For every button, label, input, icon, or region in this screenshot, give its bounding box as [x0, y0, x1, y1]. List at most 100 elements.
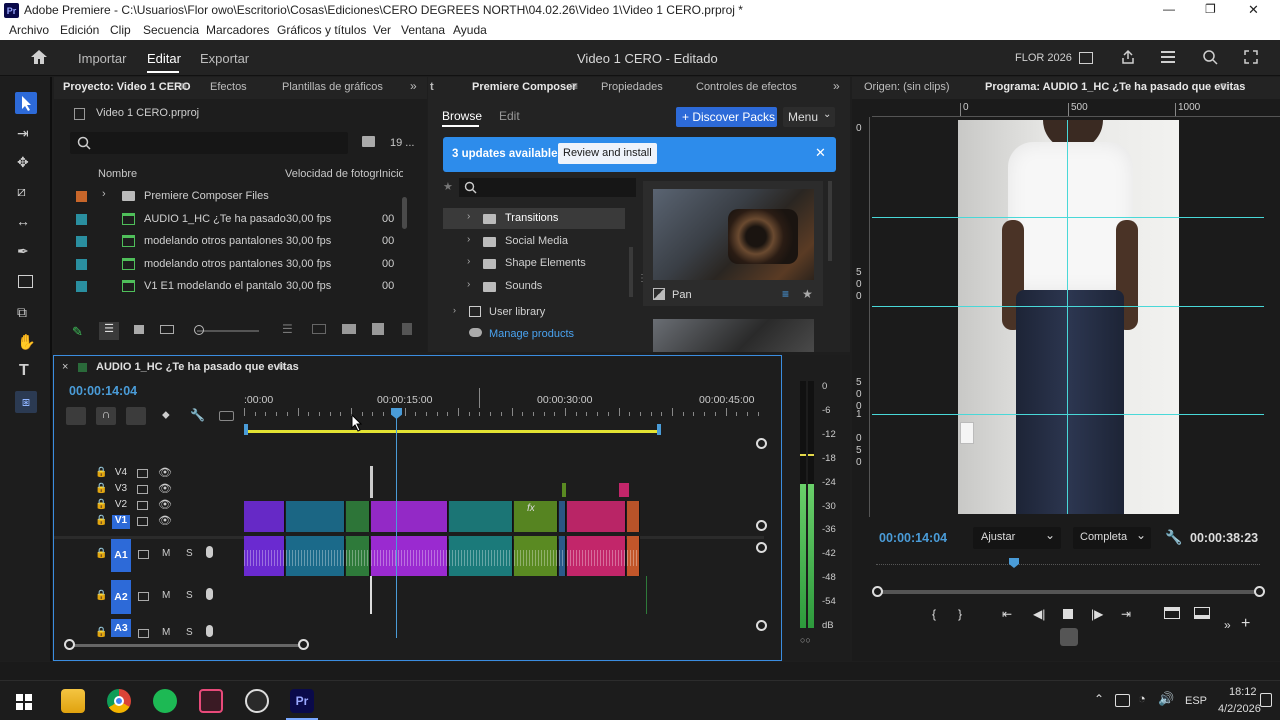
label-color-chip[interactable] [76, 258, 87, 270]
mute-button[interactable]: M [162, 627, 170, 638]
chevron-right-icon[interactable]: › [102, 188, 106, 200]
list-view-icon[interactable]: ☰ [99, 322, 119, 340]
zoom-slider-handle[interactable] [194, 325, 204, 335]
work-area-bar[interactable] [245, 430, 658, 433]
menu-ventana[interactable]: Ventana [401, 23, 445, 37]
eye-icon[interactable]: 👁 [158, 498, 172, 511]
tab-source[interactable]: Origen: (sin clips) [864, 81, 950, 93]
lock-icon[interactable]: 🔒 [95, 499, 107, 510]
menu-edicion[interactable]: Edición [60, 23, 99, 37]
quality-dropdown[interactable]: Completa ⌄ [1073, 527, 1151, 549]
review-install-button[interactable]: Review and install [558, 143, 657, 164]
spotify-icon[interactable] [153, 689, 177, 713]
vertical-scroll-top[interactable] [756, 438, 767, 449]
tab-graphic-templates[interactable]: Plantillas de gráficos [282, 81, 383, 93]
mute-button[interactable]: M [162, 548, 170, 559]
notification-icon[interactable] [1260, 693, 1272, 707]
menu-ayuda[interactable]: Ayuda [453, 23, 487, 37]
hamburger-menu-icon[interactable] [1160, 50, 1176, 67]
list-item[interactable]: modelando otros pantalones 30,00 fps 00 [54, 230, 404, 252]
slip-tool-icon[interactable]: ↔ [16, 213, 30, 229]
selection-tool-icon[interactable] [15, 92, 37, 114]
hand-tool-icon[interactable]: ✋ [17, 333, 36, 351]
list-item[interactable]: › Premiere Composer Files [54, 185, 404, 207]
program-timecode[interactable]: 00:00:14:04 [879, 531, 947, 545]
add-button-icon[interactable]: + [1241, 615, 1250, 633]
clock-date[interactable]: 4/2/2026 [1218, 703, 1261, 715]
work-area-start[interactable] [244, 424, 248, 435]
minimize-button[interactable]: — [1163, 2, 1175, 16]
lock-icon[interactable]: 🔒 [95, 483, 107, 494]
eye-icon[interactable]: 👁 [158, 466, 172, 479]
stop-icon[interactable] [1063, 609, 1073, 619]
expand-icon[interactable]: » [1224, 618, 1231, 632]
clock-time[interactable]: 18:12 [1229, 686, 1257, 698]
menu-graficos[interactable]: Gráficos y títulos [277, 23, 366, 37]
captions-icon[interactable] [219, 411, 234, 421]
label-color-chip[interactable] [76, 236, 87, 247]
toggle-sync-icon[interactable] [137, 517, 148, 526]
close-sequence-icon[interactable]: × [62, 361, 68, 373]
audio-track-header[interactable]: 🔒 A1 M S [54, 536, 244, 576]
sequence-name[interactable]: AUDIO 1_HC ¿Te ha pasado que evitas [96, 361, 299, 373]
horizontal-scrollbar[interactable] [69, 644, 304, 647]
microphone-icon[interactable] [206, 588, 213, 600]
audio-clip[interactable] [627, 536, 640, 576]
composer-search-input[interactable] [459, 178, 636, 197]
browse-tab[interactable]: Browse [442, 109, 482, 123]
discover-packs-button[interactable]: + Discover Packs [676, 107, 777, 127]
lock-icon[interactable]: 🔒 [95, 467, 107, 478]
wifi-icon[interactable]: ◔ [1138, 691, 1146, 706]
fit-dropdown[interactable]: Ajustar ⌄ [973, 527, 1061, 549]
track-label[interactable]: V2 [112, 499, 130, 513]
pencil-icon[interactable]: ✎ [72, 324, 83, 340]
video-track-header[interactable]: 🔒 V3 👁 [54, 482, 244, 498]
star-icon[interactable]: ★ [443, 180, 453, 193]
project-search-input[interactable] [70, 132, 348, 154]
lock-icon[interactable]: 🔒 [95, 515, 107, 526]
folder-icon[interactable] [342, 324, 356, 334]
restore-button[interactable]: ❐ [1205, 2, 1216, 16]
column-start[interactable]: Inicio [379, 168, 403, 180]
manage-products-link[interactable]: Manage products [489, 328, 574, 340]
mini-playhead[interactable] [1009, 558, 1019, 568]
video-clip[interactable] [627, 501, 640, 532]
insert-nest-icon[interactable] [66, 407, 86, 425]
lift-icon[interactable] [1164, 607, 1180, 619]
new-item-icon[interactable] [372, 323, 384, 335]
sequence-menu-icon[interactable]: ≡ [278, 359, 285, 373]
mark-in-icon[interactable]: { [932, 607, 936, 621]
track-label[interactable]: A3 [111, 619, 131, 637]
mute-button[interactable]: M [162, 590, 170, 601]
video-clip[interactable] [514, 501, 558, 532]
microphone-icon[interactable] [206, 625, 213, 637]
tab-properties[interactable]: Propiedades [601, 81, 663, 93]
timeline-timecode[interactable]: 00:00:14:04 [69, 384, 137, 398]
video-track-header[interactable]: 🔒 V4 👁 [54, 466, 244, 482]
premiere-taskbar-icon[interactable]: Pr [290, 689, 314, 713]
home-icon[interactable] [30, 49, 48, 65]
tray-chevron-icon[interactable]: ⌃ [1094, 692, 1104, 706]
tray-app-icon[interactable] [1115, 694, 1130, 707]
export-tab[interactable]: Exportar [200, 51, 249, 66]
lock-icon[interactable]: 🔒 [95, 627, 107, 638]
tab-project[interactable]: Proyecto: Video 1 CERO [63, 81, 191, 93]
label-color-chip[interactable] [76, 213, 87, 225]
tab-program[interactable]: Programa: AUDIO 1_HC ¿Te ha pasado que e… [985, 81, 1245, 93]
extract-icon[interactable] [1194, 607, 1210, 619]
rectangle-tool-icon[interactable] [18, 275, 33, 288]
import-tab[interactable]: Importar [78, 51, 126, 66]
project-scrollbar[interactable] [402, 197, 407, 229]
step-forward-icon[interactable]: |▶ [1091, 607, 1103, 621]
app-icon[interactable] [199, 689, 223, 713]
automate-icon[interactable] [312, 324, 326, 334]
audio-clip[interactable] [514, 536, 558, 576]
audio-clip[interactable] [559, 536, 566, 576]
menu-archivo[interactable]: Archivo [9, 23, 49, 37]
column-name[interactable]: Nombre [98, 168, 137, 180]
zoom-tool-icon[interactable]: ⧉ [17, 304, 27, 321]
video-clip[interactable] [567, 501, 626, 532]
video-clip[interactable] [371, 501, 448, 532]
horizontal-scroll-right[interactable] [298, 639, 309, 650]
go-to-in-icon[interactable]: ⇤ [1002, 607, 1012, 621]
